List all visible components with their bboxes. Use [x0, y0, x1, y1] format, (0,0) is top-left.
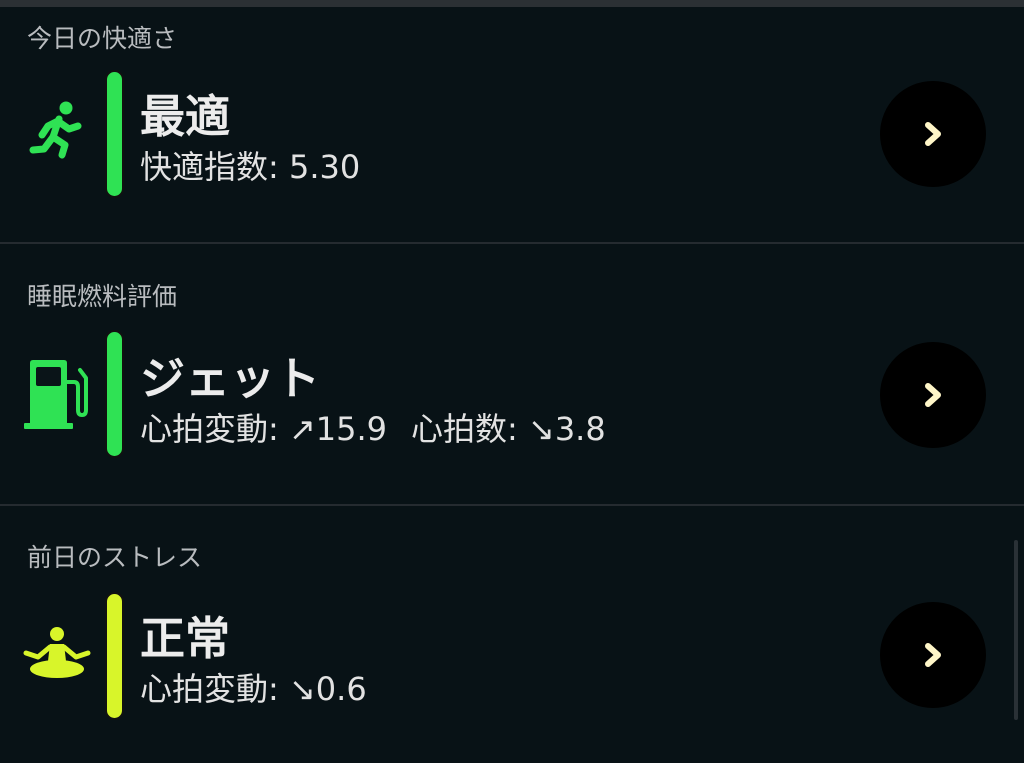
- chevron-right-icon: [925, 383, 941, 407]
- metric-value: ↘0.6: [288, 670, 367, 708]
- open-comfort-button[interactable]: [880, 81, 986, 187]
- status-label: 最適: [140, 90, 231, 143]
- section-title: 前日のストレス: [27, 543, 203, 572]
- open-sleep-fuel-button[interactable]: [880, 342, 986, 448]
- metric-label: 心拍変動:: [140, 670, 279, 708]
- status-label: ジェット: [140, 352, 321, 405]
- section-title: 睡眠燃料評価: [27, 282, 178, 311]
- meditation-icon: [22, 621, 92, 691]
- comfort-section: 今日の快適さ 最適 快適指数: 5.30: [0, 0, 1024, 243]
- status-detail: 心拍変動: ↗15.9 心拍数: ↘3.8: [140, 404, 606, 450]
- metric-label: 快適指数:: [140, 148, 279, 186]
- metric-value: ↗15.9: [288, 410, 388, 448]
- metric: 快適指数: 5.30: [140, 142, 360, 188]
- chevron-right-icon: [925, 643, 941, 667]
- stress-section: 前日のストレス 正常 心拍変動: ↘0.6: [0, 506, 1024, 763]
- running-person-icon: [22, 95, 92, 165]
- section-title: 今日の快適さ: [27, 24, 178, 53]
- accent-bar: [105, 330, 124, 458]
- scrollbar[interactable]: [1014, 540, 1018, 720]
- metric: 心拍変動: ↘0.6: [140, 664, 367, 710]
- chevron-right-icon: [925, 122, 941, 146]
- metric-label: 心拍変動:: [140, 410, 279, 448]
- metric: 心拍変動: ↗15.9: [140, 404, 387, 450]
- status-detail: 快適指数: 5.30: [140, 142, 360, 188]
- accent-bar: [105, 70, 124, 198]
- metric: 心拍数: ↘3.8: [411, 404, 606, 450]
- accent-bar: [105, 592, 124, 720]
- metric-value: ↘3.8: [528, 410, 606, 448]
- fuel-pump-icon: [22, 360, 92, 430]
- metric-label: 心拍数:: [411, 410, 518, 448]
- open-stress-button[interactable]: [880, 602, 986, 708]
- metric-value: 5.30: [288, 148, 361, 186]
- sleep-fuel-section: 睡眠燃料評価 ジェット 心拍変動: ↗15.9 心拍数: ↘3.8: [0, 244, 1024, 504]
- status-label: 正常: [140, 612, 231, 665]
- status-detail: 心拍変動: ↘0.6: [140, 664, 367, 710]
